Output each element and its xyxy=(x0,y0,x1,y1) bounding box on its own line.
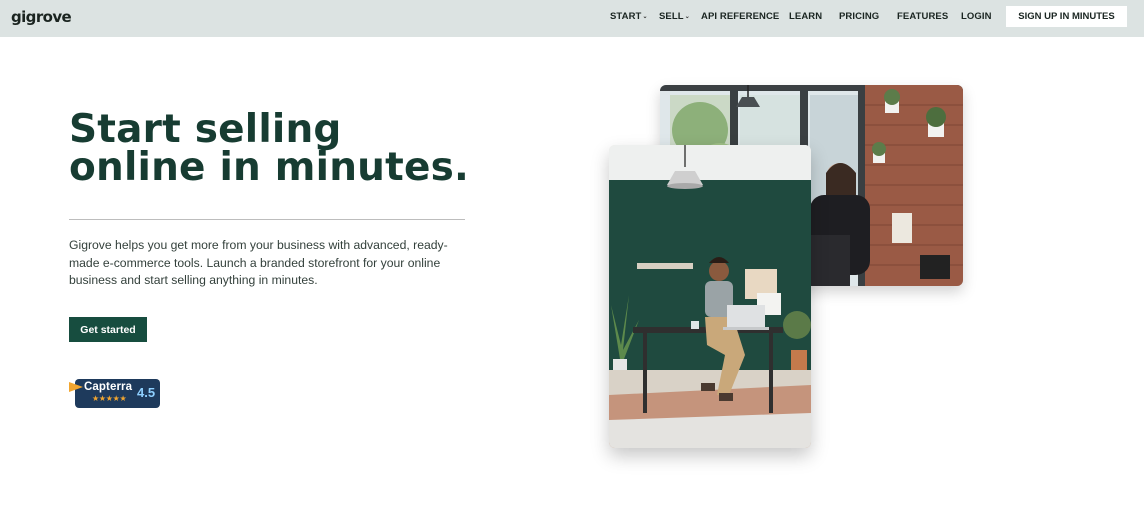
nav-item-pricing[interactable]: PRICING xyxy=(839,11,879,22)
nav-item-api-reference[interactable]: API REFERENCE xyxy=(701,11,779,22)
nav-item-login[interactable]: LOGIN xyxy=(961,11,992,22)
nav-item-learn[interactable]: LEARN xyxy=(789,11,822,22)
chevron-down-icon: ⌄ xyxy=(642,14,648,20)
sign-up-button[interactable]: SIGN UP IN MINUTES xyxy=(1006,6,1127,27)
gigrove-logo[interactable]: gigrove xyxy=(11,8,72,26)
workspace-photo xyxy=(609,145,811,448)
workspace-photo-illustration xyxy=(609,145,811,448)
chevron-down-icon: ⌄ xyxy=(684,14,690,20)
capterra-logo-icon xyxy=(69,382,83,392)
nav-item-start[interactable]: START⌄ xyxy=(610,11,648,22)
nav-item-start-label: START xyxy=(610,11,642,22)
capterra-name: Capterra xyxy=(84,381,133,393)
get-started-button[interactable]: Get started xyxy=(69,317,147,342)
hero-divider xyxy=(69,219,465,220)
hero-title: Start selling online in minutes. xyxy=(69,107,470,190)
nav-item-sell[interactable]: SELL⌄ xyxy=(659,11,690,22)
hero-description: Gigrove helps you get more from your bus… xyxy=(69,238,448,288)
nav-item-sell-label: SELL xyxy=(659,11,684,22)
rating-stars-icon: ★★★★★ xyxy=(92,394,127,403)
nav-item-features[interactable]: FEATURES xyxy=(897,11,948,22)
capterra-score: 4.5 xyxy=(137,385,156,400)
top-navigation-bar: gigrove START⌄ SELL⌄ API REFERENCE LEARN… xyxy=(0,0,1144,37)
capterra-rating-badge[interactable]: Capterra ★★★★★ 4.5 xyxy=(69,378,161,409)
